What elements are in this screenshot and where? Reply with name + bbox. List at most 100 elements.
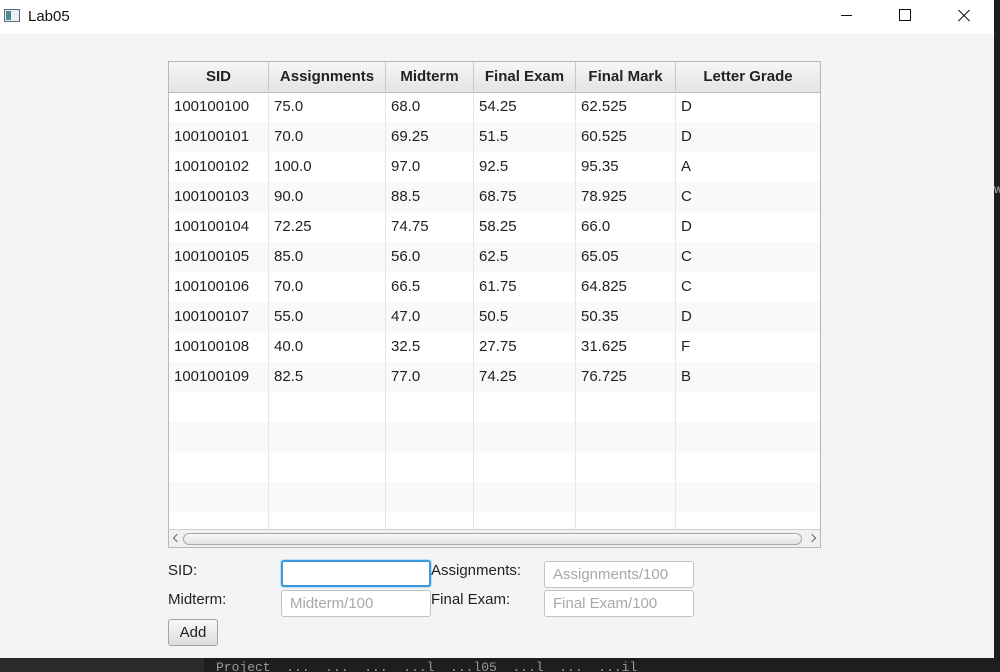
column-header-assignments[interactable]: Assignments bbox=[269, 62, 386, 92]
table-cell: 70.0 bbox=[269, 272, 386, 302]
table-cell: 100100106 bbox=[169, 272, 269, 302]
final-exam-input[interactable] bbox=[544, 590, 694, 617]
table-cell: D bbox=[681, 308, 692, 325]
minimize-icon[interactable] bbox=[818, 0, 876, 32]
table-cell: C bbox=[681, 248, 692, 265]
table-cell: 31.625 bbox=[576, 332, 676, 362]
table-cell bbox=[169, 452, 269, 482]
table-cell: 74.25 bbox=[474, 362, 576, 392]
table-cell: 100100105 bbox=[169, 242, 269, 272]
empty-table-row bbox=[169, 392, 820, 422]
scrollbar-thumb[interactable] bbox=[183, 533, 802, 545]
table-cell: 90.0 bbox=[269, 182, 386, 212]
background-terminal-text: Project ... ... ... ...l ...l05 ...l ...… bbox=[216, 660, 638, 672]
table-cell bbox=[474, 422, 576, 452]
assignments-input[interactable] bbox=[544, 561, 694, 588]
table-row[interactable]: 100100101 70.0 69.25 51.5 60.525 D bbox=[169, 122, 820, 152]
table-cell: 68.0 bbox=[386, 92, 474, 122]
table-cell bbox=[676, 422, 820, 452]
table-row[interactable]: 100100105 85.0 56.0 62.5 65.05 C bbox=[169, 242, 820, 272]
sid-input[interactable] bbox=[281, 560, 431, 587]
scroll-right-icon[interactable] bbox=[806, 530, 820, 547]
table-cell: 100100104 bbox=[169, 212, 269, 242]
table-cell: F bbox=[681, 338, 691, 355]
background-window-char: w bbox=[994, 182, 1000, 196]
table-cell: 40.0 bbox=[269, 332, 386, 362]
table-cell: 100.0 bbox=[269, 152, 386, 182]
table-cell: 97.0 bbox=[386, 152, 474, 182]
table-cell: 85.0 bbox=[269, 242, 386, 272]
table-cell: C bbox=[681, 278, 692, 295]
table-cell: B bbox=[681, 368, 692, 385]
table-cell: D bbox=[681, 218, 692, 235]
table-cell: 72.25 bbox=[269, 212, 386, 242]
empty-table-row bbox=[169, 422, 820, 452]
grades-table[interactable]: SID Assignments Midterm Final Exam Final… bbox=[168, 61, 821, 548]
table-cell: 47.0 bbox=[386, 302, 474, 332]
table-cell: 100100107 bbox=[169, 302, 269, 332]
column-header-sid[interactable]: SID bbox=[169, 62, 269, 92]
table-cell: 100100102 bbox=[169, 152, 269, 182]
table-cell bbox=[386, 452, 474, 482]
table-cell: 88.5 bbox=[386, 182, 474, 212]
midterm-label: Midterm: bbox=[168, 591, 227, 608]
column-header-final-mark[interactable]: Final Mark bbox=[576, 62, 676, 92]
maximize-icon[interactable] bbox=[876, 0, 934, 32]
table-cell: 100100101 bbox=[169, 122, 269, 152]
table-row[interactable]: 100100100 75.0 68.0 54.25 62.525 D bbox=[169, 92, 820, 122]
table-row[interactable]: 100100109 82.5 77.0 74.25 76.725 B bbox=[169, 362, 820, 392]
table-cell: 55.0 bbox=[269, 302, 386, 332]
table-cell bbox=[474, 392, 576, 422]
table-cell bbox=[474, 452, 576, 482]
table-cell: 60.525 bbox=[576, 122, 676, 152]
table-cell: 100100100 bbox=[169, 92, 269, 122]
assignments-label: Assignments: bbox=[431, 562, 522, 579]
empty-table-row bbox=[169, 482, 820, 512]
table-cell: 64.825 bbox=[576, 272, 676, 302]
table-row[interactable]: 100100106 70.0 66.5 61.75 64.825 C bbox=[169, 272, 820, 302]
table-cell bbox=[576, 452, 676, 482]
table-cell: 74.75 bbox=[386, 212, 474, 242]
table-cell: 66.5 bbox=[386, 272, 474, 302]
table-body: 100100100 75.0 68.0 54.25 62.525 D 100100101 70… bbox=[169, 92, 820, 542]
title-bar[interactable]: Lab05 bbox=[0, 0, 994, 34]
table-cell: D bbox=[681, 128, 692, 145]
sid-label: SID: bbox=[168, 562, 198, 579]
column-header-midterm[interactable]: Midterm bbox=[386, 62, 474, 92]
table-cell: 56.0 bbox=[386, 242, 474, 272]
close-icon[interactable] bbox=[934, 0, 992, 32]
table-cell bbox=[474, 482, 576, 512]
background-panel bbox=[0, 658, 204, 672]
table-row[interactable]: 100100102 100.0 97.0 92.5 95.35 A bbox=[169, 152, 820, 182]
table-cell: D bbox=[681, 98, 692, 115]
table-cell bbox=[269, 452, 386, 482]
table-cell bbox=[169, 422, 269, 452]
column-header-letter-grade[interactable]: Letter Grade bbox=[676, 62, 820, 92]
table-cell bbox=[269, 422, 386, 452]
table-row[interactable]: 100100104 72.25 74.75 58.25 66.0 D bbox=[169, 212, 820, 242]
table-cell: 68.75 bbox=[474, 182, 576, 212]
table-cell: 50.35 bbox=[576, 302, 676, 332]
window-title: Lab05 bbox=[28, 8, 70, 25]
midterm-input[interactable] bbox=[281, 590, 431, 617]
add-button[interactable]: Add bbox=[168, 619, 218, 646]
table-row[interactable]: 100100107 55.0 47.0 50.5 50.35 D bbox=[169, 302, 820, 332]
table-cell: 100100109 bbox=[169, 362, 269, 392]
table-cell: 70.0 bbox=[269, 122, 386, 152]
table-cell: 32.5 bbox=[386, 332, 474, 362]
table-cell bbox=[386, 422, 474, 452]
table-cell: 95.35 bbox=[576, 152, 676, 182]
column-header-final-exam[interactable]: Final Exam bbox=[474, 62, 576, 92]
table-cell: C bbox=[681, 188, 692, 205]
table-cell: 76.725 bbox=[576, 362, 676, 392]
table-row[interactable]: 100100103 90.0 88.5 68.75 78.925 C bbox=[169, 182, 820, 212]
table-row[interactable]: 100100108 40.0 32.5 27.75 31.625 F bbox=[169, 332, 820, 362]
table-cell bbox=[576, 482, 676, 512]
scroll-left-icon[interactable] bbox=[169, 530, 183, 547]
table-cell bbox=[676, 392, 820, 422]
table-cell: 62.525 bbox=[576, 92, 676, 122]
horizontal-scrollbar[interactable] bbox=[169, 529, 820, 547]
table-cell: 27.75 bbox=[474, 332, 576, 362]
table-cell bbox=[576, 422, 676, 452]
table-cell: 51.5 bbox=[474, 122, 576, 152]
